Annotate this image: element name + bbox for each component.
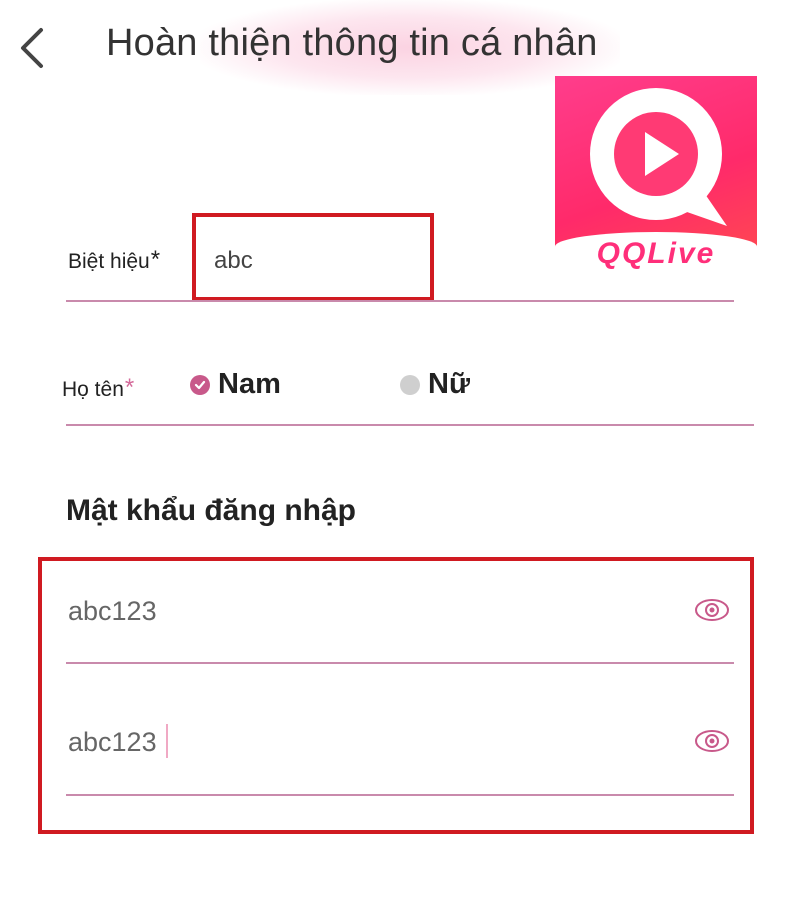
text-caret bbox=[166, 724, 168, 758]
page-title: Hoàn thiện thông tin cá nhân bbox=[106, 22, 598, 64]
required-mark: * bbox=[124, 374, 135, 401]
confirm-password-input[interactable] bbox=[66, 717, 670, 767]
chevron-left-icon bbox=[21, 28, 43, 68]
eye-icon[interactable] bbox=[694, 598, 730, 622]
eye-icon[interactable] bbox=[694, 729, 730, 753]
password-input[interactable] bbox=[66, 586, 670, 636]
confirm-password-underline bbox=[66, 794, 734, 796]
fullname-underline bbox=[66, 424, 754, 426]
gender-option-male[interactable]: Nam bbox=[190, 368, 281, 401]
fullname-label-text: Họ tên bbox=[62, 378, 124, 401]
gender-option-female[interactable]: Nữ bbox=[400, 368, 470, 401]
nickname-label-text: Biệt hiệu bbox=[68, 250, 150, 273]
logo-band: QQLive bbox=[555, 232, 757, 276]
qqlive-logo: QQLive bbox=[555, 76, 757, 276]
password-section-title: Mật khẩu đăng nhập bbox=[66, 494, 357, 527]
gender-option-label: Nữ bbox=[428, 368, 470, 400]
logo-text: QQLive bbox=[596, 237, 716, 270]
nickname-highlight-box bbox=[192, 213, 434, 301]
radio-unchecked-icon bbox=[400, 374, 420, 395]
back-button[interactable] bbox=[12, 22, 52, 74]
required-mark: * bbox=[150, 246, 161, 273]
password-underline bbox=[66, 662, 734, 664]
gender-option-label: Nam bbox=[218, 368, 281, 400]
nickname-underline bbox=[66, 300, 734, 302]
nickname-label: Biệt hiệu* bbox=[68, 246, 160, 278]
radio-checked-icon bbox=[190, 374, 210, 395]
fullname-label: Họ tên* bbox=[62, 374, 134, 406]
